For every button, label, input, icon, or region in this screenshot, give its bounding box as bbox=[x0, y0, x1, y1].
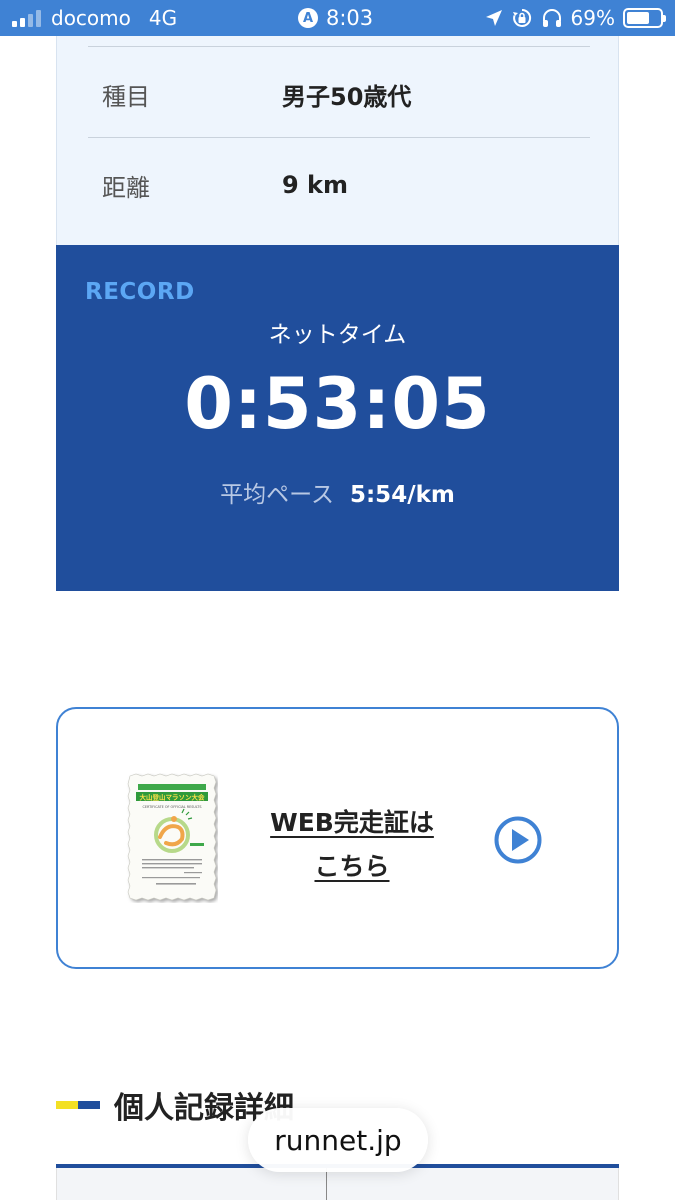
pace-row: 平均ペース 5:54/km bbox=[56, 475, 619, 509]
pace-label: 平均ペース bbox=[220, 482, 334, 508]
network-type: 4G bbox=[148, 6, 178, 30]
divider bbox=[88, 46, 590, 47]
link-line-2[interactable]: こちら bbox=[252, 845, 452, 889]
pace-value: 5:54/km bbox=[349, 482, 455, 508]
rotation-lock-icon bbox=[511, 7, 533, 29]
race-info-card: 種目 男子50歳代 距離 9 km bbox=[56, 36, 619, 245]
battery-percent: 69% bbox=[570, 6, 615, 30]
web-certificate-card[interactable]: 大山登山マラソン大会 CERTIFICATE OF OFFICIAL RESUL… bbox=[56, 707, 619, 969]
status-time: 8:03 bbox=[326, 6, 374, 30]
svg-text:大山登山マラソン大会: 大山登山マラソン大会 bbox=[140, 793, 206, 802]
battery-icon bbox=[623, 8, 666, 28]
distance-label: 距離 bbox=[102, 173, 150, 202]
certificate-thumbnail: 大山登山マラソン大会 CERTIFICATE OF OFFICIAL RESUL… bbox=[126, 773, 218, 903]
category-value: 男子50歳代 bbox=[282, 82, 412, 111]
record-heading: RECORD bbox=[85, 279, 195, 305]
browser-url-bar[interactable]: runnet.jp bbox=[248, 1108, 428, 1172]
link-line-1[interactable]: WEB完走証は bbox=[252, 801, 452, 845]
location-badge-icon: A bbox=[298, 8, 318, 28]
info-row-distance: 距離 9 km bbox=[102, 165, 348, 205]
location-arrow-icon bbox=[485, 9, 503, 27]
record-panel: RECORD ネットタイム 0:53:05 平均ペース 5:54/km bbox=[56, 245, 619, 591]
net-time-label: ネットタイム bbox=[268, 322, 407, 348]
net-time-value: 0:53:05 bbox=[184, 363, 491, 445]
distance-value: 9 km bbox=[282, 171, 349, 199]
section-accent-bar bbox=[56, 1101, 100, 1109]
info-row-category: 種目 男子50歳代 bbox=[102, 74, 411, 114]
carrier-name: docomo bbox=[51, 6, 131, 30]
play-circle-icon[interactable] bbox=[493, 815, 543, 865]
svg-text:CERTIFICATE OF OFFICIAL RESULT: CERTIFICATE OF OFFICIAL RESULTS bbox=[142, 805, 201, 809]
category-label: 種目 bbox=[102, 82, 150, 111]
divider bbox=[88, 137, 590, 138]
record-detail-table bbox=[56, 1168, 619, 1200]
signal-icon bbox=[12, 9, 41, 27]
web-certificate-link[interactable]: WEB完走証は こちら bbox=[252, 801, 452, 889]
status-bar: docomo 4G A 8:03 69% bbox=[0, 0, 675, 36]
headphones-icon bbox=[541, 7, 563, 29]
